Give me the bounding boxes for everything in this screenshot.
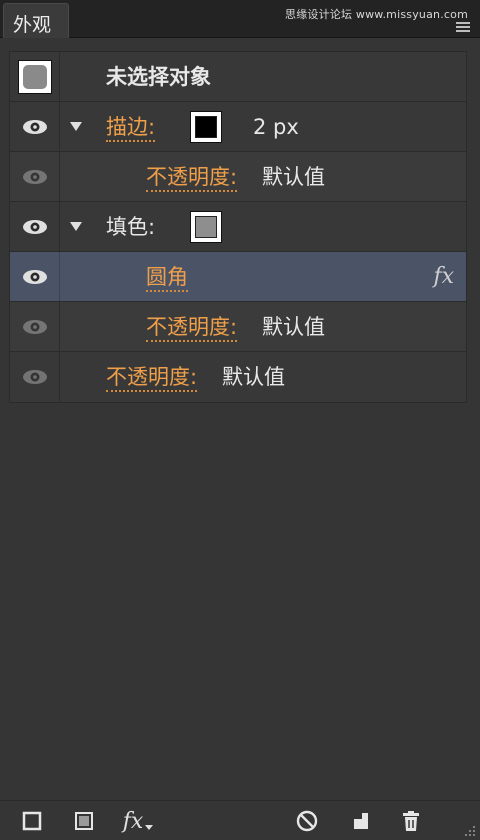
thumbnail-cell (10, 52, 60, 101)
eye-icon (22, 269, 48, 285)
eye-icon (22, 169, 48, 185)
visibility-toggle[interactable] (10, 252, 60, 301)
disclosure-triangle-icon[interactable] (70, 222, 82, 231)
add-new-stroke-icon[interactable] (20, 809, 44, 833)
stroke-swatch[interactable] (190, 111, 222, 143)
visibility-toggle[interactable] (10, 102, 60, 151)
opacity-label[interactable]: 不透明度: (146, 164, 238, 192)
visibility-toggle[interactable] (10, 152, 60, 201)
watermark-text: 思缘设计论坛 www.missyuan.com (285, 8, 468, 21)
list-item-fill[interactable]: 填色: (10, 202, 466, 252)
resize-grip-icon[interactable] (462, 822, 476, 836)
effect-label[interactable]: 圆角 (146, 264, 188, 292)
list-item-object[interactable]: 未选择对象 (10, 52, 466, 102)
list-item-object-opacity[interactable]: 不透明度: 默认值 (10, 352, 466, 402)
disclosure-triangle-icon[interactable] (70, 122, 82, 131)
opacity-value: 默认值 (222, 365, 285, 389)
panel-menu-icon[interactable] (456, 22, 470, 32)
stroke-weight-value[interactable]: 2 px (253, 114, 299, 140)
fx-icon[interactable]: fx (433, 264, 454, 289)
visibility-toggle[interactable] (10, 302, 60, 351)
eye-icon (22, 219, 48, 235)
appearance-list: 未选择对象 描边: 2 px 不透明度: 默认值 填色: 圆角 fx 不透明度:… (9, 51, 467, 403)
panel-header: 外观 思缘设计论坛 www.missyuan.com (0, 0, 480, 38)
eye-icon (22, 319, 48, 335)
visibility-toggle[interactable] (10, 352, 60, 402)
add-new-fill-icon[interactable] (72, 809, 96, 833)
opacity-value: 默认值 (262, 165, 325, 189)
add-new-effect-icon[interactable]: fx (120, 808, 156, 834)
list-item-stroke-opacity[interactable]: 不透明度: 默认值 (10, 152, 466, 202)
fill-label: 填色: (106, 215, 156, 239)
fill-swatch[interactable] (190, 211, 222, 243)
visibility-toggle[interactable] (10, 202, 60, 251)
bottom-toolbar: fx (0, 800, 480, 840)
object-thumbnail (17, 59, 52, 94)
opacity-label[interactable]: 不透明度: (106, 364, 198, 392)
opacity-value: 默认值 (262, 315, 325, 339)
tab-label: 外观 (13, 14, 52, 36)
fx-label: fx (122, 808, 144, 834)
clear-appearance-icon[interactable] (295, 809, 319, 833)
appearance-panel: 未选择对象 描边: 2 px 不透明度: 默认值 填色: 圆角 fx 不透明度:… (0, 38, 480, 800)
chevron-down-icon (145, 824, 154, 830)
tab-appearance[interactable]: 外观 (3, 3, 69, 38)
object-label: 未选择对象 (106, 65, 211, 89)
delete-item-icon[interactable] (399, 809, 423, 833)
stroke-label[interactable]: 描边: (106, 114, 156, 142)
list-item-stroke[interactable]: 描边: 2 px (10, 102, 466, 152)
duplicate-item-icon[interactable] (348, 809, 372, 833)
list-item-effect-round-corners[interactable]: 圆角 fx (10, 252, 466, 302)
eye-icon (22, 369, 48, 385)
list-item-fill-opacity[interactable]: 不透明度: 默认值 (10, 302, 466, 352)
opacity-label[interactable]: 不透明度: (146, 314, 238, 342)
eye-icon (22, 119, 48, 135)
